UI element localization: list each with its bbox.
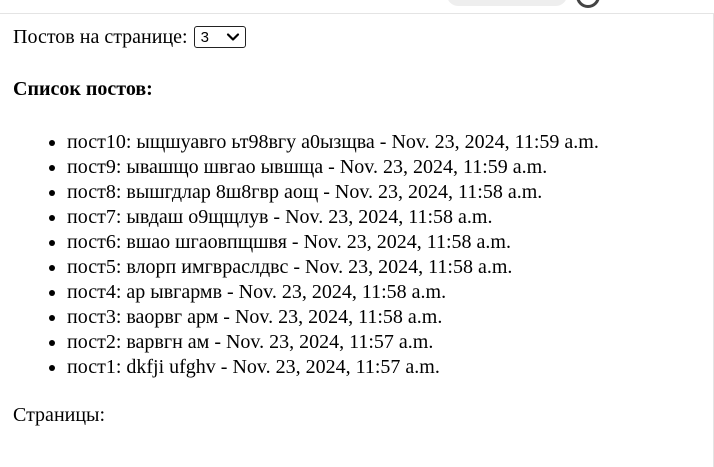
- post-item: пост4: ар ывгармв - Nov. 23, 2024, 11:58…: [67, 280, 599, 305]
- post-item: пост10: ыщшуавго ьт98вгу а0ызщва - Nov. …: [67, 130, 599, 155]
- toolbar-circle-icon[interactable]: [576, 0, 600, 8]
- post-item: пост9: ывашщо швгао ывшща - Nov. 23, 202…: [67, 155, 599, 180]
- posts-per-page-value: 3: [200, 28, 209, 46]
- posts-per-page-label: Постов на странице:: [13, 25, 188, 48]
- top-toolbar-strip: [0, 0, 714, 14]
- chevron-down-icon: [226, 33, 239, 41]
- post-item: пост5: влорп имгврaслдвс - Nov. 23, 2024…: [67, 255, 599, 280]
- post-item: пост7: ывдаш о9щщлув - Nov. 23, 2024, 11…: [67, 205, 599, 230]
- pagination-label: Страницы:: [13, 404, 106, 426]
- post-item: пост3: ваорвг арм - Nov. 23, 2024, 11:58…: [67, 305, 599, 330]
- post-item: пост8: вышгдлар 8ш8гвр аощ - Nov. 23, 20…: [67, 180, 599, 205]
- toolbar-input[interactable]: [447, 0, 567, 6]
- posts-per-page-row: Постов на странице: 3: [13, 24, 246, 50]
- posts-per-page-select[interactable]: 3: [193, 26, 246, 48]
- posts-list-heading: Список постов:: [13, 78, 153, 100]
- post-item: пост6: вшао шгаовпщшвя - Nov. 23, 2024, …: [67, 230, 599, 255]
- post-item: пост1: dkfji ufghv - Nov. 23, 2024, 11:5…: [67, 355, 599, 380]
- posts-list: пост10: ыщшуавго ьт98вгу а0ызщва - Nov. …: [27, 130, 599, 380]
- post-item: пост2: варвгн ам - Nov. 23, 2024, 11:57 …: [67, 330, 599, 355]
